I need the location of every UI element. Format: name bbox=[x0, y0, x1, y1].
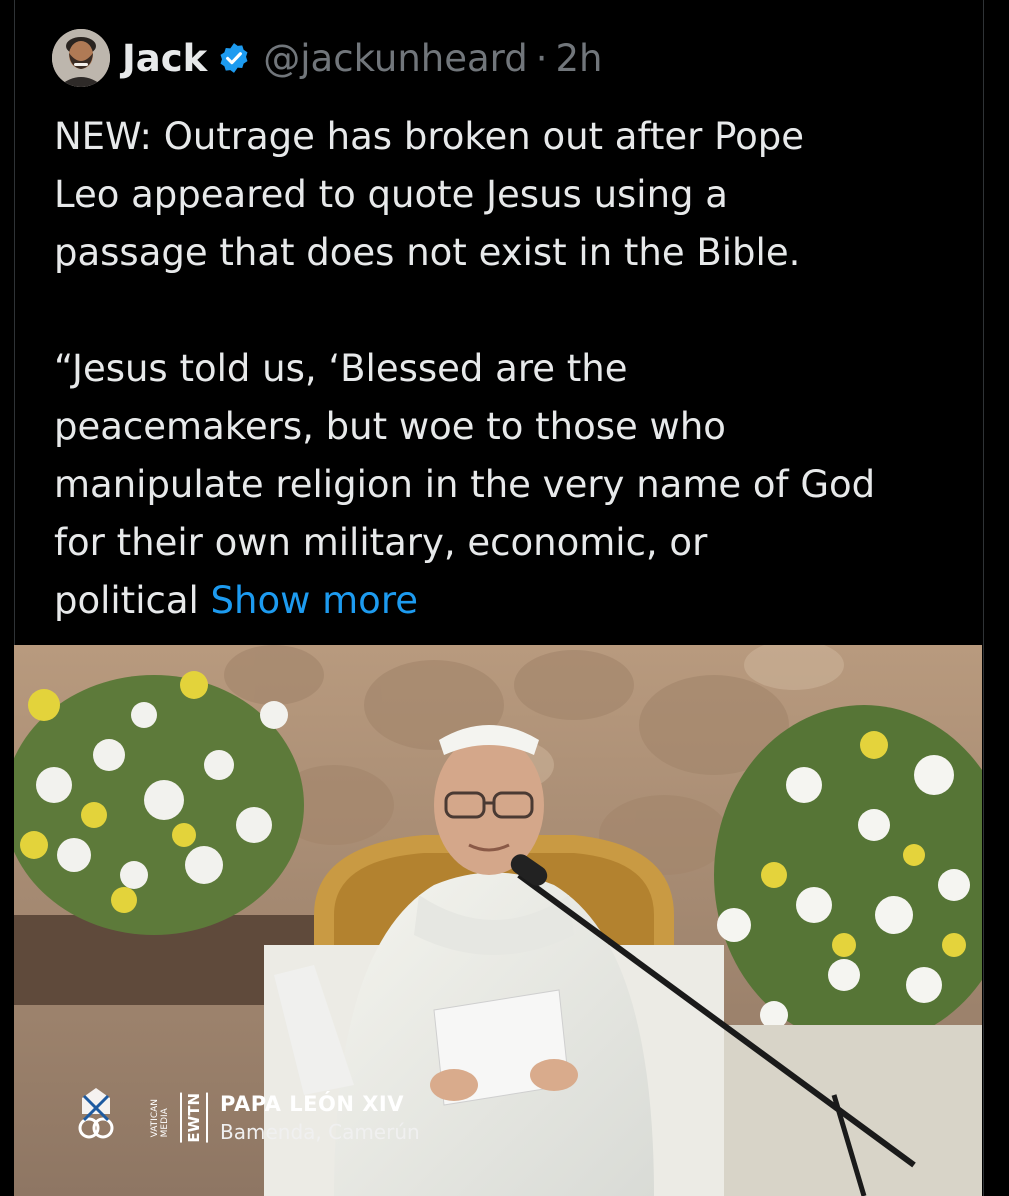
text-line: peacemakers, but woe to those who bbox=[54, 405, 726, 448]
text-line-last: political Show more bbox=[54, 572, 954, 630]
text-line: manipulate religion in the very name of … bbox=[54, 463, 876, 506]
vatican-media-text: VATICAN MEDIA bbox=[150, 1099, 170, 1137]
lower-third-subtitle: Bamenda, Camerún bbox=[220, 1120, 420, 1144]
separator-dot: · bbox=[535, 36, 548, 80]
text-line: passage that does not exist in the Bible… bbox=[54, 231, 801, 274]
show-more-link[interactable]: Show more bbox=[211, 579, 418, 622]
user-avatar[interactable] bbox=[52, 29, 110, 87]
timestamp[interactable]: 2h bbox=[555, 37, 602, 80]
logo-line: MEDIA bbox=[160, 1107, 170, 1138]
text-line: political bbox=[54, 579, 199, 622]
tweet-media-image[interactable]: VATICAN MEDIA EWTN PAPA LEÓN XIV Bamenda… bbox=[14, 645, 982, 1196]
logo-line: VATICAN bbox=[150, 1098, 160, 1138]
tweet-header: Jack @jackunheard · 2h bbox=[52, 29, 602, 87]
text-line: Leo appeared to quote Jesus using a bbox=[54, 173, 728, 216]
text-line: for their own military, economic, or bbox=[54, 521, 708, 564]
author-handle[interactable]: @jackunheard bbox=[263, 37, 527, 80]
author-name[interactable]: Jack bbox=[122, 37, 207, 80]
tweet-text: NEW: Outrage has broken out after Pope L… bbox=[54, 108, 954, 630]
lower-third-title: PAPA LEÓN XIV bbox=[220, 1092, 404, 1116]
text-line: “Jesus told us, ‘Blessed are the bbox=[54, 347, 628, 390]
verified-badge-icon bbox=[217, 41, 251, 75]
text-line: NEW: Outrage has broken out after Pope bbox=[54, 115, 804, 158]
ewtn-logo: EWTN bbox=[180, 1093, 208, 1143]
vatican-media-logo-icon bbox=[74, 1084, 146, 1152]
broadcast-lower-third: VATICAN MEDIA EWTN PAPA LEÓN XIV Bamenda… bbox=[74, 1084, 420, 1152]
